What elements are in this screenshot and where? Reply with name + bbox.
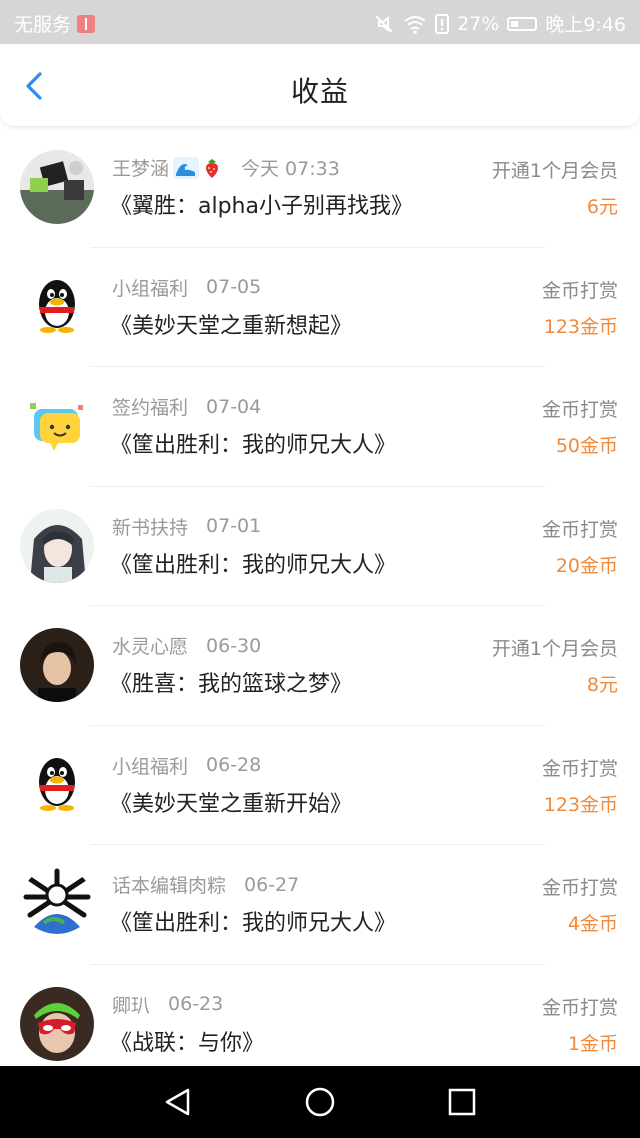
avatar	[20, 150, 94, 224]
battery-percent: 27%	[457, 12, 500, 35]
list-item[interactable]: 水灵心愿 06-30 开通1个月会员 《胜喜：我的篮球之梦》 8元	[0, 606, 640, 726]
date: 06-30	[206, 634, 262, 657]
amount: 123金币	[543, 793, 618, 816]
sender-name: 签约福利	[112, 397, 189, 419]
amount: 123金币	[543, 315, 618, 338]
avatar	[20, 389, 94, 463]
amount: 4金币	[567, 913, 618, 935]
status-bar: 无服务 27% 晚上9:46	[0, 0, 640, 44]
list-item[interactable]: 话本编辑肉粽 06-27 金币打赏 《筐出胜利：我的师兄大人》 4金币	[0, 845, 640, 965]
date: 今天 07:33	[241, 158, 340, 180]
avatar	[20, 508, 94, 583]
reward-type: 金币打赏	[541, 996, 618, 1019]
earnings-list: 王梦涵 今天 07:33 开通1个月会员 《翼胜：alpha小子别再找我》 6元	[0, 128, 640, 1066]
book-title[interactable]: 《美妙天堂之重新开始》	[110, 786, 352, 818]
list-item[interactable]: 小组福利 07-05 金币打赏 《美妙天堂之重新想起》 123金币	[0, 248, 640, 367]
qq-penguin-avatar	[20, 747, 94, 822]
anime-portrait-avatar	[20, 508, 94, 583]
book-title[interactable]: 《筐出胜利：我的师兄大人》	[110, 427, 396, 459]
book-title[interactable]: 《筐出胜利：我的师兄大人》	[110, 547, 396, 579]
avatar	[20, 747, 94, 822]
home-circle-icon[interactable]	[304, 1086, 336, 1118]
book-title[interactable]: 《战联：与你》	[110, 1025, 264, 1057]
wave-emoji-icon	[173, 156, 200, 179]
sender-name: 话本编辑肉粽	[112, 875, 227, 897]
meta: 卿玐 06-23	[112, 991, 223, 1018]
list-item[interactable]: 王梦涵 今天 07:33 开通1个月会员 《翼胜：alpha小子别再找我》 6元	[0, 128, 640, 248]
wifi-icon	[404, 15, 426, 34]
date: 06-23	[168, 993, 224, 1015]
avatar	[20, 269, 94, 344]
amount: 8元	[586, 674, 618, 696]
meta: 小组福利 07-05	[112, 274, 261, 301]
reward-type: 金币打赏	[541, 279, 618, 302]
sender-name: 卿玐	[112, 994, 151, 1017]
reward-type: 金币打赏	[541, 877, 618, 899]
avatar	[20, 986, 94, 1061]
sender-name: 小组福利	[112, 755, 189, 778]
book-title[interactable]: 《美妙天堂之重新想起》	[110, 308, 352, 340]
system-nav-bar	[0, 1066, 640, 1138]
date: 06-27	[244, 873, 300, 896]
page-title: 收益	[290, 75, 349, 108]
meta: 话本编辑肉粽 06-27	[112, 871, 299, 898]
meta: 水灵心愿 06-30	[112, 632, 261, 659]
chat-bubble-avatar	[20, 389, 94, 463]
sender-name: 王梦涵	[112, 158, 170, 180]
reward-type: 开通1个月会员	[491, 638, 618, 660]
amount: 6元	[586, 196, 618, 218]
qq-penguin-avatar	[20, 269, 94, 344]
date: 06-28	[206, 754, 262, 776]
amount: 50金币	[555, 435, 618, 457]
skull-globe-avatar	[20, 867, 94, 941]
header: 收益	[0, 44, 640, 127]
list-item[interactable]: 签约福利 07-04 金币打赏 《筐出胜利：我的师兄大人》 50金币	[0, 367, 640, 487]
meta: 签约福利 07-04	[112, 393, 261, 420]
date: 07-05	[206, 276, 262, 298]
emoji-group	[173, 156, 223, 179]
meta: 新书扶持 07-01	[112, 513, 261, 540]
sender-name: 水灵心愿	[112, 636, 189, 658]
mute-icon	[375, 14, 393, 33]
photo-collage-avatar	[20, 150, 94, 224]
amount: 1金币	[567, 1032, 618, 1055]
sender-name: 小组福利	[112, 277, 189, 300]
meta: 王梦涵 今天 07:33	[112, 154, 340, 181]
person-sunglasses-avatar	[20, 986, 94, 1061]
clock: 晚上9:46	[545, 14, 626, 36]
reward-type: 金币打赏	[541, 399, 618, 421]
back-triangle-icon[interactable]	[162, 1086, 194, 1118]
book-title[interactable]: 《胜喜：我的篮球之梦》	[110, 666, 352, 698]
amount: 20金币	[555, 554, 618, 577]
battery-icon	[507, 16, 538, 31]
reward-type: 金币打赏	[541, 757, 618, 780]
avatar	[20, 867, 94, 941]
reward-type: 开通1个月会员	[491, 160, 618, 182]
sim-alert-icon	[435, 13, 450, 34]
list-item[interactable]: 新书扶持 07-01 金币打赏 《筐出胜利：我的师兄大人》 20金币	[0, 487, 640, 606]
list-item[interactable]: 小组福利 06-28 金币打赏 《美妙天堂之重新开始》 123金币	[0, 726, 640, 845]
meta: 小组福利 06-28	[112, 752, 261, 779]
book-title[interactable]: 《翼胜：alpha小子别再找我》	[110, 188, 413, 220]
list-item[interactable]: 卿玐 06-23 金币打赏 《战联：与你》 1金币	[0, 965, 640, 1067]
recents-square-icon[interactable]	[446, 1086, 478, 1118]
strawberry-emoji-icon	[206, 158, 219, 178]
avatar	[20, 628, 94, 702]
book-title[interactable]: 《筐出胜利：我的师兄大人》	[110, 905, 396, 937]
date: 07-04	[206, 395, 262, 418]
carrier-text: 无服务	[14, 14, 72, 36]
reward-type: 金币打赏	[541, 518, 618, 541]
reader-app-icon	[77, 14, 96, 33]
sender-name: 新书扶持	[112, 516, 189, 539]
date: 07-01	[206, 515, 262, 537]
person-photo-avatar	[20, 628, 94, 702]
